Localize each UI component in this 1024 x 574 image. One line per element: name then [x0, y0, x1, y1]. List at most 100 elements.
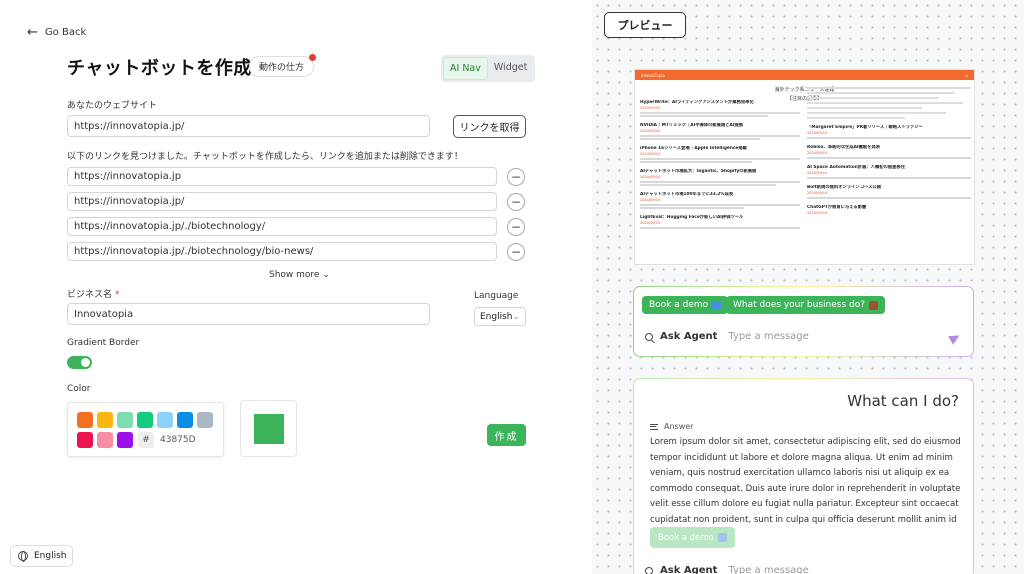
website-input[interactable]: https://innovatopia.jp/	[67, 115, 430, 137]
gradient-border-toggle[interactable]	[67, 356, 92, 369]
article-line	[640, 207, 744, 209]
calendar-icon	[717, 533, 727, 542]
business-name-input[interactable]: Innovatopia	[67, 303, 430, 325]
calendar-icon	[712, 300, 722, 310]
show-more-label: Show more	[269, 270, 320, 280]
business-name-label: ビジネス名 *	[67, 287, 119, 300]
link-input[interactable]: https://innovatopia.jp/./biotechnology/	[67, 217, 497, 236]
article-date: 2024/09/10	[640, 129, 661, 133]
chat-input-row[interactable]: Ask Agent Type a message	[645, 331, 809, 342]
how-it-works-label: 動作の仕方	[259, 63, 305, 73]
tag-line	[807, 117, 906, 119]
site-article[interactable]: iPhone 16シリーズ登場 - Apple Intelligence搭載 20…	[640, 146, 800, 163]
language-switcher[interactable]: English	[10, 545, 73, 567]
color-label: Color	[67, 384, 91, 394]
article-date: 2024/09/10	[640, 221, 661, 225]
article-line	[640, 204, 800, 206]
go-back-button[interactable]: ← Go Back	[27, 26, 86, 39]
answer-panel-title: What can I do?	[847, 392, 959, 410]
site-side-article[interactable]: AI Space Automation計画：人類初の惑星移住 2024/09/10	[807, 165, 971, 179]
chevron-down-icon: ⌄	[512, 311, 521, 322]
site-article[interactable]: LightEval：Hugging Faceが新しいAI評価ツール 2024/09…	[640, 215, 800, 229]
color-swatch[interactable]	[157, 412, 173, 428]
site-side-article[interactable]: Roblox、革新的な生成AI機能を発表 2024/09/10	[807, 145, 971, 159]
ask-agent-label: Ask Agent	[660, 565, 718, 574]
language-select[interactable]: English ⌄	[474, 307, 526, 326]
remove-link-button[interactable]: −	[507, 243, 525, 261]
preview-panel: プレビュー innovaTopia ≡ 海外テック系ニュース速報 【注目の記事】…	[592, 0, 1024, 574]
site-sidebar: 「Margaret Empire」PR着リリース｜戦略ストラテジー 2024/09…	[807, 84, 971, 222]
hex-value: 43875D	[160, 435, 196, 445]
globe-icon	[18, 551, 28, 562]
color-swatch[interactable]	[117, 412, 133, 428]
article-date: 2024/09/10	[807, 131, 828, 135]
color-swatch[interactable]	[97, 432, 113, 448]
tag-line	[807, 102, 963, 104]
tag-line	[807, 97, 939, 99]
suggestion-book-demo[interactable]: Book a demo	[642, 296, 729, 314]
website-preview: innovaTopia ≡ 海外テック系ニュース速報 【注目の記事】 Hyper…	[634, 69, 975, 265]
text-lines-icon	[650, 423, 658, 430]
suggestion-label: Book a demo	[649, 300, 709, 310]
preview-title: プレビュー	[604, 12, 686, 38]
site-side-article[interactable]: ChatGPTが教育に与える影響 2024/09/10	[807, 205, 971, 216]
link-input[interactable]: https://innovatopia.jp/./biotechnology/b…	[67, 242, 497, 261]
chat-input-row[interactable]: Ask Agent Type a message	[645, 565, 809, 574]
remove-link-button[interactable]: −	[507, 168, 525, 186]
suggestion-business[interactable]: What does your business do?	[726, 296, 885, 314]
site-article[interactable]: HyperWrite：AIライティングアシスタントが業務効率化 2024/09/1…	[640, 100, 800, 117]
tag-line	[807, 112, 947, 114]
show-more-button[interactable]: Show more ⌄	[269, 270, 330, 280]
article-line	[807, 177, 971, 179]
article-date: 2024/09/10	[807, 171, 828, 175]
message-input[interactable]: Type a message	[728, 331, 808, 342]
color-swatch[interactable]	[77, 432, 93, 448]
article-line	[640, 115, 768, 117]
article-date: 2024/09/10	[640, 175, 661, 179]
site-side-article[interactable]: 「Margaret Empire」PR着リリース｜戦略ストラテジー 2024/09…	[807, 125, 971, 139]
remove-link-button[interactable]: −	[507, 218, 525, 236]
send-icon[interactable]	[948, 331, 962, 345]
site-side-article[interactable]: Bolt新規の無料オンラインコース公開 2024/09/10	[807, 185, 971, 199]
tab-ai-nav[interactable]: AI Nav	[443, 57, 488, 80]
how-it-works-button[interactable]: 動作の仕方	[249, 54, 317, 77]
color-palette: # 43875D	[67, 402, 224, 457]
selected-color-preview	[240, 400, 297, 457]
color-swatch[interactable]	[197, 412, 213, 428]
chat-widget: Book a demo What does your business do? …	[633, 286, 974, 357]
color-swatch[interactable]	[117, 432, 133, 448]
suggestion-book-demo-faded[interactable]: Book a demo	[650, 527, 735, 548]
link-input[interactable]: https://innovatopia.jp	[67, 167, 497, 186]
tab-widget[interactable]: Widget	[488, 57, 533, 80]
message-input[interactable]: Type a message	[728, 565, 808, 574]
site-article[interactable]: AIチャットボット市場100年までに33.2%成長 2024/09/10	[640, 192, 800, 209]
color-swatch[interactable]	[77, 412, 93, 428]
fetch-links-button[interactable]: リンクを取得	[453, 115, 526, 138]
site-article[interactable]: AIチャットボット市場拡大：Gigantic、Shopifyの新展開 2024/0…	[640, 169, 800, 186]
site-brand: innovaTopia	[641, 72, 665, 78]
arrow-left-icon: ←	[27, 25, 38, 40]
create-button[interactable]: 作成	[487, 424, 526, 446]
hash-label: #	[138, 432, 154, 448]
language-select-value: English	[480, 311, 513, 322]
link-input[interactable]: https://innovatopia.jp/	[67, 192, 497, 211]
article-date: 2024/09/10	[640, 198, 661, 202]
required-mark: *	[114, 290, 120, 300]
article-line	[807, 137, 971, 139]
business-name-value: Innovatopia	[74, 308, 134, 320]
language-label: Language	[474, 291, 519, 301]
answer-heading-label: Answer	[664, 422, 694, 431]
color-swatch[interactable]	[137, 412, 153, 428]
website-label: あなたのウェブサイト	[67, 101, 158, 111]
hex-input[interactable]: # 43875D	[138, 432, 215, 448]
article-line	[807, 197, 971, 199]
article-date: 2024/09/10	[640, 152, 661, 156]
article-line	[640, 135, 800, 137]
go-back-label: Go Back	[44, 27, 87, 38]
color-swatch[interactable]	[177, 412, 193, 428]
site-menu-icon: ≡	[964, 72, 968, 78]
remove-link-button[interactable]: −	[507, 193, 525, 211]
site-article[interactable]: NVIDIA / MTリミック｜AI半導体の新展開とAI提携 2024/09/10	[640, 123, 800, 140]
link-value: https://innovatopia.jp/./biotechnology/	[74, 221, 266, 232]
color-swatch[interactable]	[97, 412, 113, 428]
